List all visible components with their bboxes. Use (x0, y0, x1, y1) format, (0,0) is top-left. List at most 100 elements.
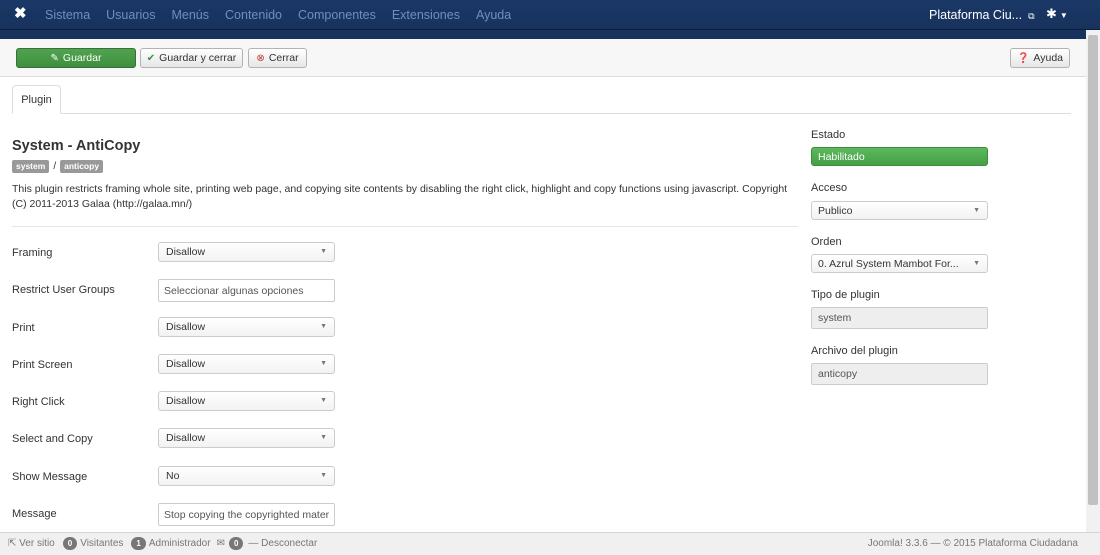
admins-count: 1 (131, 537, 146, 550)
label-right-click: Right Click (12, 396, 65, 408)
message-input[interactable]: Stop copying the copyrighted mater (158, 503, 335, 526)
framing-select[interactable]: Disallow ▼ (158, 242, 335, 262)
chevron-down-icon: ▼ (320, 248, 327, 255)
external-link-icon: ⧉ (1028, 11, 1035, 21)
site-name: Plataforma Ciu... (929, 8, 1023, 22)
message-value: Stop copying the copyrighted mater (164, 508, 330, 521)
plugin-type-field: system (811, 307, 988, 329)
site-link[interactable]: Plataforma Ciu... ⧉ (929, 8, 1035, 22)
help-button[interactable]: ❓ Ayuda (1010, 48, 1070, 68)
view-site-label: Ver sitio (19, 538, 55, 549)
print-value: Disallow (166, 321, 206, 333)
gear-icon[interactable]: ✱ ▼ (1046, 6, 1068, 22)
save-close-button[interactable]: ✔ Guardar y cerrar (140, 48, 243, 68)
show-message-value: No (166, 470, 180, 482)
label-framing: Framing (12, 247, 53, 259)
select-and-copy-value: Disallow (166, 432, 206, 444)
plugin-type-label: Tipo de plugin (811, 289, 880, 301)
print-screen-select[interactable]: Disallow ▼ (158, 354, 335, 374)
framing-value: Disallow (166, 246, 206, 258)
tag-separator: / (53, 161, 57, 172)
menu-item-usuarios[interactable]: Usuarios (106, 8, 155, 22)
view-site-link[interactable]: ⇱ Ver sitio (8, 538, 55, 549)
label-print: Print (12, 322, 35, 334)
save-label: Guardar (62, 52, 102, 64)
plugin-file-value: anticopy (818, 368, 858, 380)
status-left: ⇱ Ver sitio 0 Visitantes 1 Administrador… (8, 537, 317, 550)
toolbar: ✎ Guardar ✔ Guardar y cerrar ⊗ Cerrar ❓ … (0, 39, 1086, 77)
close-button[interactable]: ⊗ Cerrar (248, 48, 307, 68)
logout-label: Desconectar (261, 538, 318, 549)
chevron-down-icon: ▼ (320, 472, 327, 479)
page-scrollbar[interactable] (1086, 30, 1100, 532)
menu-item-contenido[interactable]: Contenido (225, 8, 282, 22)
scrollbar-thumb[interactable] (1088, 35, 1098, 505)
chevron-down-icon: ▼ (973, 260, 980, 267)
plugin-description: This plugin restricts framing whole site… (12, 183, 788, 210)
status-label: Estado (811, 129, 846, 141)
admins-label: Administrador (148, 538, 211, 549)
view-site-icon: ⇱ (8, 538, 17, 549)
chevron-down-icon: ▼ (320, 323, 327, 330)
label-show-message: Show Message (12, 471, 88, 483)
tag-anticopy: anticopy (60, 160, 104, 173)
access-label: Acceso (811, 182, 848, 194)
messages-count: 0 (228, 537, 244, 550)
help-label: Ayuda (1033, 52, 1064, 64)
tag-system: system (12, 160, 50, 173)
print-screen-value: Disallow (166, 358, 206, 370)
menu-item-menus[interactable]: Menús (171, 8, 209, 22)
save-close-label: Guardar y cerrar (159, 52, 237, 64)
restrict-user-groups-input[interactable]: Seleccionar algunas opciones (158, 279, 335, 302)
plugin-file-label: Archivo del plugin (811, 345, 898, 357)
show-message-select[interactable]: No ▼ (158, 466, 335, 486)
save-button[interactable]: ✎ Guardar (16, 48, 136, 68)
order-value: 0. Azrul System Mambot For... (818, 257, 959, 270)
label-print-screen: Print Screen (12, 359, 73, 371)
menu-item-sistema[interactable]: Sistema (45, 8, 90, 22)
check-icon: ✔ (146, 52, 156, 64)
label-select-and-copy: Select and Copy (12, 433, 93, 445)
right-click-value: Disallow (166, 395, 206, 407)
label-message: Message (12, 508, 57, 520)
menu-item-extensiones[interactable]: Extensiones (392, 8, 460, 22)
footer-copyright: Joomla! 3.3.6 — © 2015 Plataforma Ciudad… (867, 538, 1078, 549)
chevron-down-icon: ▼ (973, 207, 980, 214)
chevron-down-icon: ▼ (1059, 11, 1068, 20)
menu-item-ayuda[interactable]: Ayuda (476, 8, 511, 22)
plugin-title: System - AntiCopy (12, 138, 141, 154)
question-icon: ❓ (1016, 52, 1030, 64)
label-restrict-user-groups: Restrict User Groups (12, 284, 115, 296)
divider (12, 226, 798, 227)
envelope-icon[interactable]: ✉ (217, 538, 225, 549)
order-select[interactable]: 0. Azrul System Mambot For... ▼ (811, 254, 988, 273)
print-select[interactable]: Disallow ▼ (158, 317, 335, 337)
top-navbar: ✖ Sistema Usuarios Menús Contenido Compo… (0, 0, 1100, 30)
main-menu: Sistema Usuarios Menús Contenido Compone… (45, 8, 527, 22)
cancel-icon: ⊗ (256, 52, 265, 64)
close-label: Cerrar (268, 52, 299, 64)
plugin-type-value: system (818, 312, 852, 324)
access-select[interactable]: Publico ▼ (811, 201, 988, 220)
status-value: Habilitado (818, 150, 865, 163)
visitors-label: Visitantes (80, 538, 124, 549)
right-click-select[interactable]: Disallow ▼ (158, 391, 335, 411)
menu-item-componentes[interactable]: Componentes (298, 8, 376, 22)
status-select[interactable]: Habilitado (811, 147, 988, 166)
edit-icon: ✎ (50, 52, 59, 64)
tab-bar: Plugin (12, 85, 1071, 114)
status-bar: ⇱ Ver sitio 0 Visitantes 1 Administrador… (0, 532, 1100, 555)
visitors-count: 0 (62, 537, 78, 550)
minus-icon: — (248, 538, 259, 549)
joomla-logo-icon[interactable]: ✖ (14, 6, 30, 22)
chevron-down-icon: ▼ (320, 397, 327, 404)
select-and-copy-select[interactable]: Disallow ▼ (158, 428, 335, 448)
restrict-user-groups-placeholder: Seleccionar algunas opciones (164, 284, 304, 297)
plugin-file-field: anticopy (811, 363, 988, 385)
order-label: Orden (811, 236, 842, 248)
access-value: Publico (818, 204, 853, 217)
chevron-down-icon: ▼ (320, 434, 327, 441)
logout-link[interactable]: — Desconectar (248, 538, 317, 549)
chevron-down-icon: ▼ (320, 360, 327, 367)
tab-plugin[interactable]: Plugin (12, 85, 61, 114)
